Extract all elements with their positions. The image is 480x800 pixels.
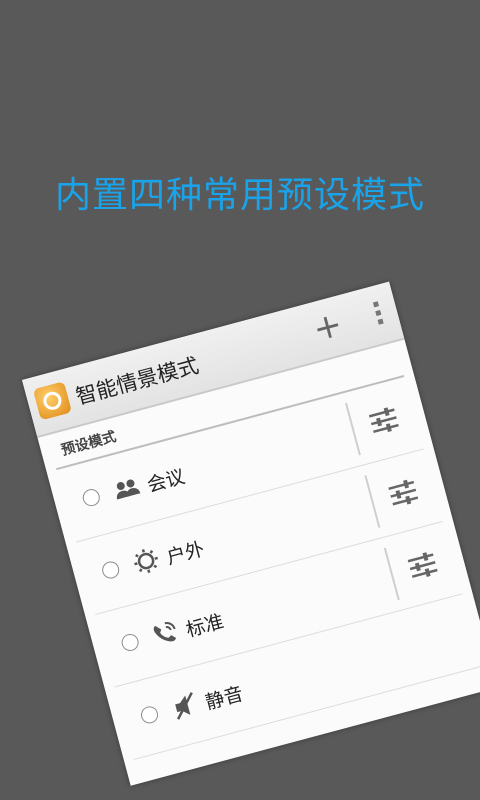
row-divider <box>345 402 361 456</box>
app-icon[interactable] <box>32 381 73 421</box>
overflow-menu-icon[interactable] <box>369 299 386 329</box>
people-icon <box>116 479 141 500</box>
profile-settings-icon[interactable] <box>382 472 424 514</box>
promo-headline: 内置四种常用预设模式 <box>54 175 425 216</box>
mute-icon <box>175 692 193 720</box>
profile-radio[interactable] <box>100 559 122 581</box>
profile-label: 标准 <box>183 610 227 642</box>
profile-settings-icon[interactable] <box>402 545 444 587</box>
profile-radio[interactable] <box>80 487 102 508</box>
row-divider <box>383 547 400 601</box>
row-divider <box>364 475 381 528</box>
profile-radio[interactable] <box>139 704 160 726</box>
profile-label: 户外 <box>164 538 207 570</box>
profile-settings-icon[interactable] <box>363 400 405 442</box>
profile-label: 会议 <box>144 465 188 497</box>
add-profile-button[interactable]: + <box>304 304 351 351</box>
sun-icon <box>134 549 159 573</box>
profile-label: 静音 <box>203 682 246 715</box>
phone-ring-icon <box>153 622 177 642</box>
app-screen: 智能情景模式 + 预设模式 会议 户外 标准 静音 <box>22 281 480 786</box>
profile-radio[interactable] <box>119 632 141 653</box>
